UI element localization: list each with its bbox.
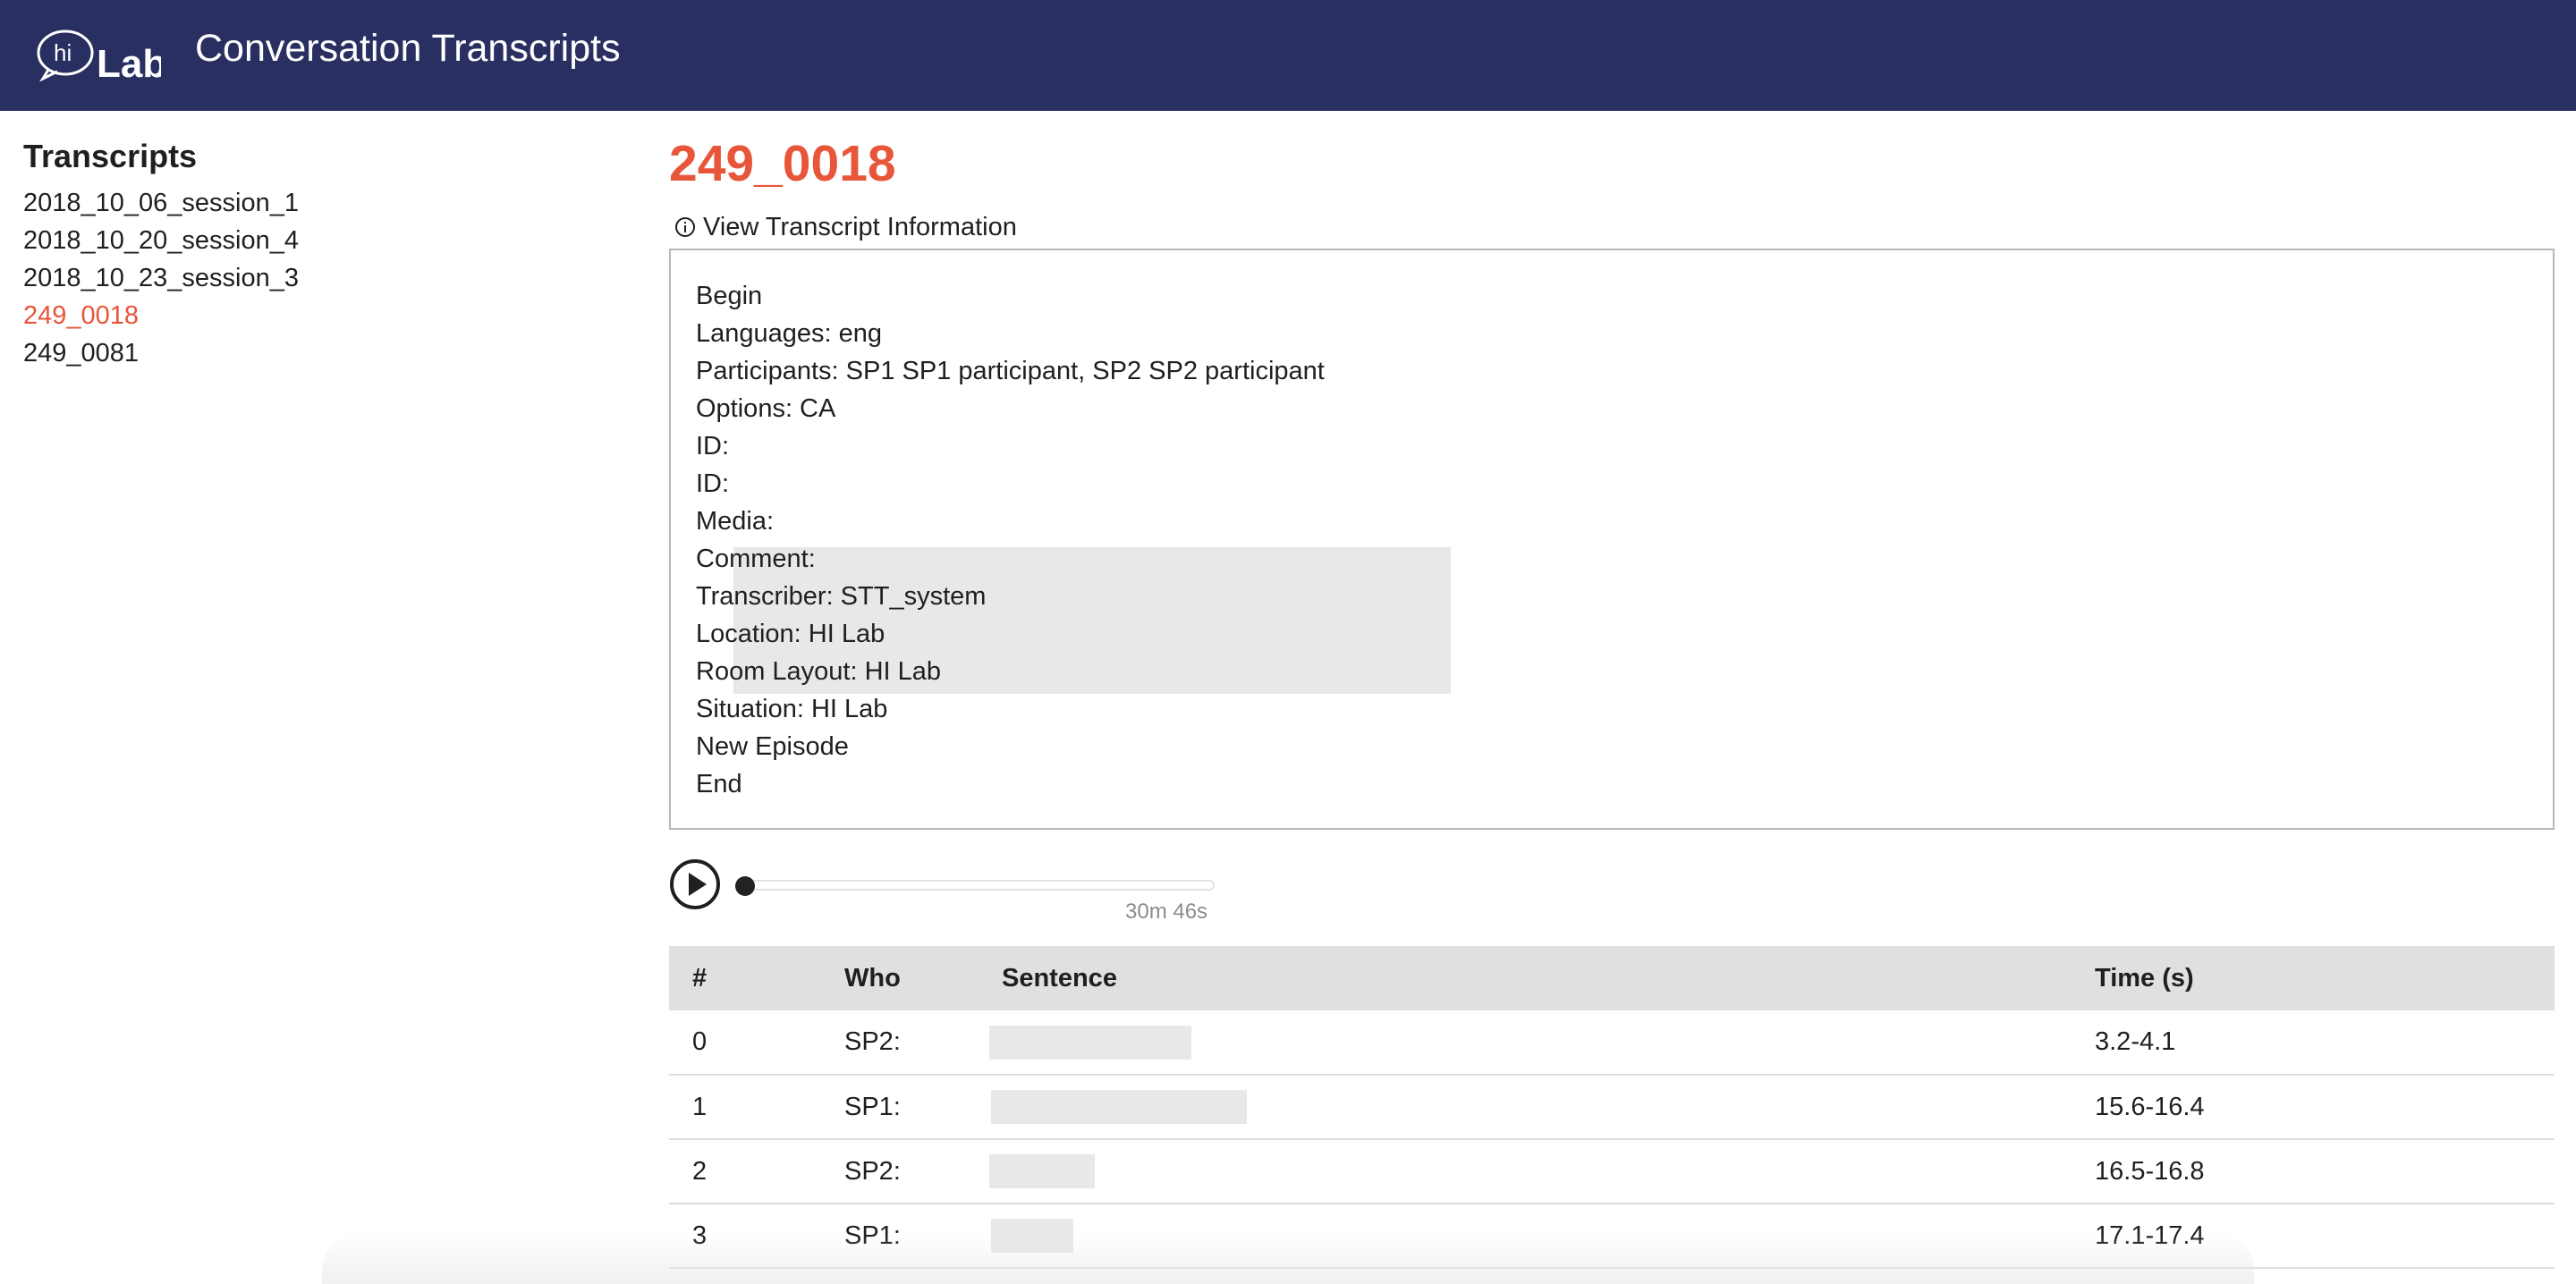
- table-row[interactable]: 0 SP2: 3.2-4.1: [669, 1010, 2555, 1075]
- transcript-info-lines: Begin Languages: eng Participants: SP1 S…: [696, 277, 1325, 803]
- info-line-new-episode: New Episode: [696, 732, 849, 761]
- view-transcript-info-label: View Transcript Information: [703, 213, 1017, 241]
- redacted-sentence: [989, 1025, 1191, 1060]
- audio-progress-track[interactable]: [739, 880, 1215, 891]
- view-transcript-info-toggle[interactable]: View Transcript Information: [674, 209, 1017, 245]
- table-header-row: # Who Sentence Time (s): [669, 946, 2555, 1010]
- audio-progress-handle[interactable]: [735, 876, 755, 896]
- play-icon[interactable]: [669, 858, 721, 910]
- cell-who: SP1:: [844, 1221, 901, 1250]
- info-line-transcriber: Transcriber: STT_system: [696, 582, 987, 611]
- cell-sentence: [979, 1010, 2072, 1075]
- cell-who: SP2:: [844, 1156, 901, 1186]
- info-line-id-1: ID:: [696, 432, 730, 460]
- table-row[interactable]: 1 SP1: 15.6-16.4: [669, 1075, 2555, 1139]
- redacted-sentence: [989, 1154, 1095, 1188]
- sidebar-item-249-0018[interactable]: 249_0018: [23, 297, 596, 334]
- cell-number: 2: [692, 1156, 708, 1186]
- sidebar-item-249-0081[interactable]: 249_0081: [23, 334, 596, 372]
- col-header-who: Who: [844, 963, 901, 993]
- info-line-location: Location: HI Lab: [696, 620, 886, 648]
- sidebar-item-2018-10-20-session-4[interactable]: 2018_10_20_session_4: [23, 222, 596, 259]
- redacted-sentence: [991, 1219, 1073, 1253]
- sidebar-item-2018-10-06-session-1[interactable]: 2018_10_06_session_1: [23, 184, 596, 222]
- info-line-options: Options: CA: [696, 394, 836, 423]
- transcript-info-box: Begin Languages: eng Participants: SP1 S…: [669, 249, 2555, 830]
- info-line-id-2: ID:: [696, 469, 730, 498]
- info-line-media: Media:: [696, 507, 775, 536]
- info-line-situation: Situation: HI Lab: [696, 695, 888, 723]
- info-line-languages: Languages: eng: [696, 319, 883, 348]
- top-nav-bar: hi Lab Conversation Transcripts: [0, 0, 2576, 111]
- info-line-participants: Participants: SP1 SP1 participant, SP2 S…: [696, 357, 1325, 385]
- cell-number: 0: [692, 1027, 708, 1056]
- cell-number: 1: [692, 1092, 708, 1121]
- hi-lab-logo[interactable]: hi Lab: [36, 23, 161, 86]
- info-line-begin: Begin: [696, 282, 763, 310]
- table-row[interactable]: 2 SP2: 16.5-16.8: [669, 1139, 2555, 1204]
- cell-time: 3.2-4.1: [2095, 1027, 2176, 1056]
- sidebar-item-2018-10-23-session-3[interactable]: 2018_10_23_session_3: [23, 259, 596, 297]
- redacted-sentence: [991, 1090, 1247, 1124]
- utterance-table: # Who Sentence Time (s) 0 SP2: 3.2-4.1 1…: [669, 946, 2555, 1269]
- app-title: Conversation Transcripts: [195, 27, 621, 70]
- cell-number: 3: [692, 1221, 708, 1250]
- logo-lab-text: Lab: [97, 42, 161, 86]
- sidebar-heading: Transcripts: [23, 138, 198, 174]
- utterance-table-container: # Who Sentence Time (s) 0 SP2: 3.2-4.1 1…: [669, 946, 2555, 1269]
- transcript-title: 249_0018: [669, 135, 896, 192]
- info-line-room-layout: Room Layout: HI Lab: [696, 657, 942, 686]
- table-row[interactable]: 3 SP1: 17.1-17.4: [669, 1204, 2555, 1268]
- transcripts-sidebar: Transcripts 2018_10_06_session_1 2018_10…: [23, 134, 596, 372]
- cell-who: SP2:: [844, 1027, 901, 1056]
- info-line-end: End: [696, 770, 742, 798]
- cell-sentence: [979, 1075, 2072, 1139]
- col-header-number: #: [692, 963, 708, 993]
- col-header-sentence: Sentence: [1002, 963, 1117, 993]
- audio-player: 30m 46s: [669, 857, 1224, 928]
- cell-time: 16.5-16.8: [2095, 1156, 2205, 1186]
- cell-sentence: [979, 1139, 2072, 1204]
- info-line-comment: Comment:: [696, 545, 816, 573]
- info-circle-icon: [675, 217, 695, 237]
- cell-who: SP1:: [844, 1092, 901, 1121]
- audio-duration: 30m 46s: [1125, 900, 1208, 924]
- logo-hi-text: hi: [54, 39, 72, 66]
- col-header-time: Time (s): [2095, 963, 2194, 993]
- cell-sentence: [979, 1204, 2072, 1268]
- transcript-detail: 249_0018 View Transcript Information Beg…: [669, 132, 2555, 1268]
- cell-time: 17.1-17.4: [2095, 1221, 2205, 1250]
- cell-time: 15.6-16.4: [2095, 1092, 2205, 1121]
